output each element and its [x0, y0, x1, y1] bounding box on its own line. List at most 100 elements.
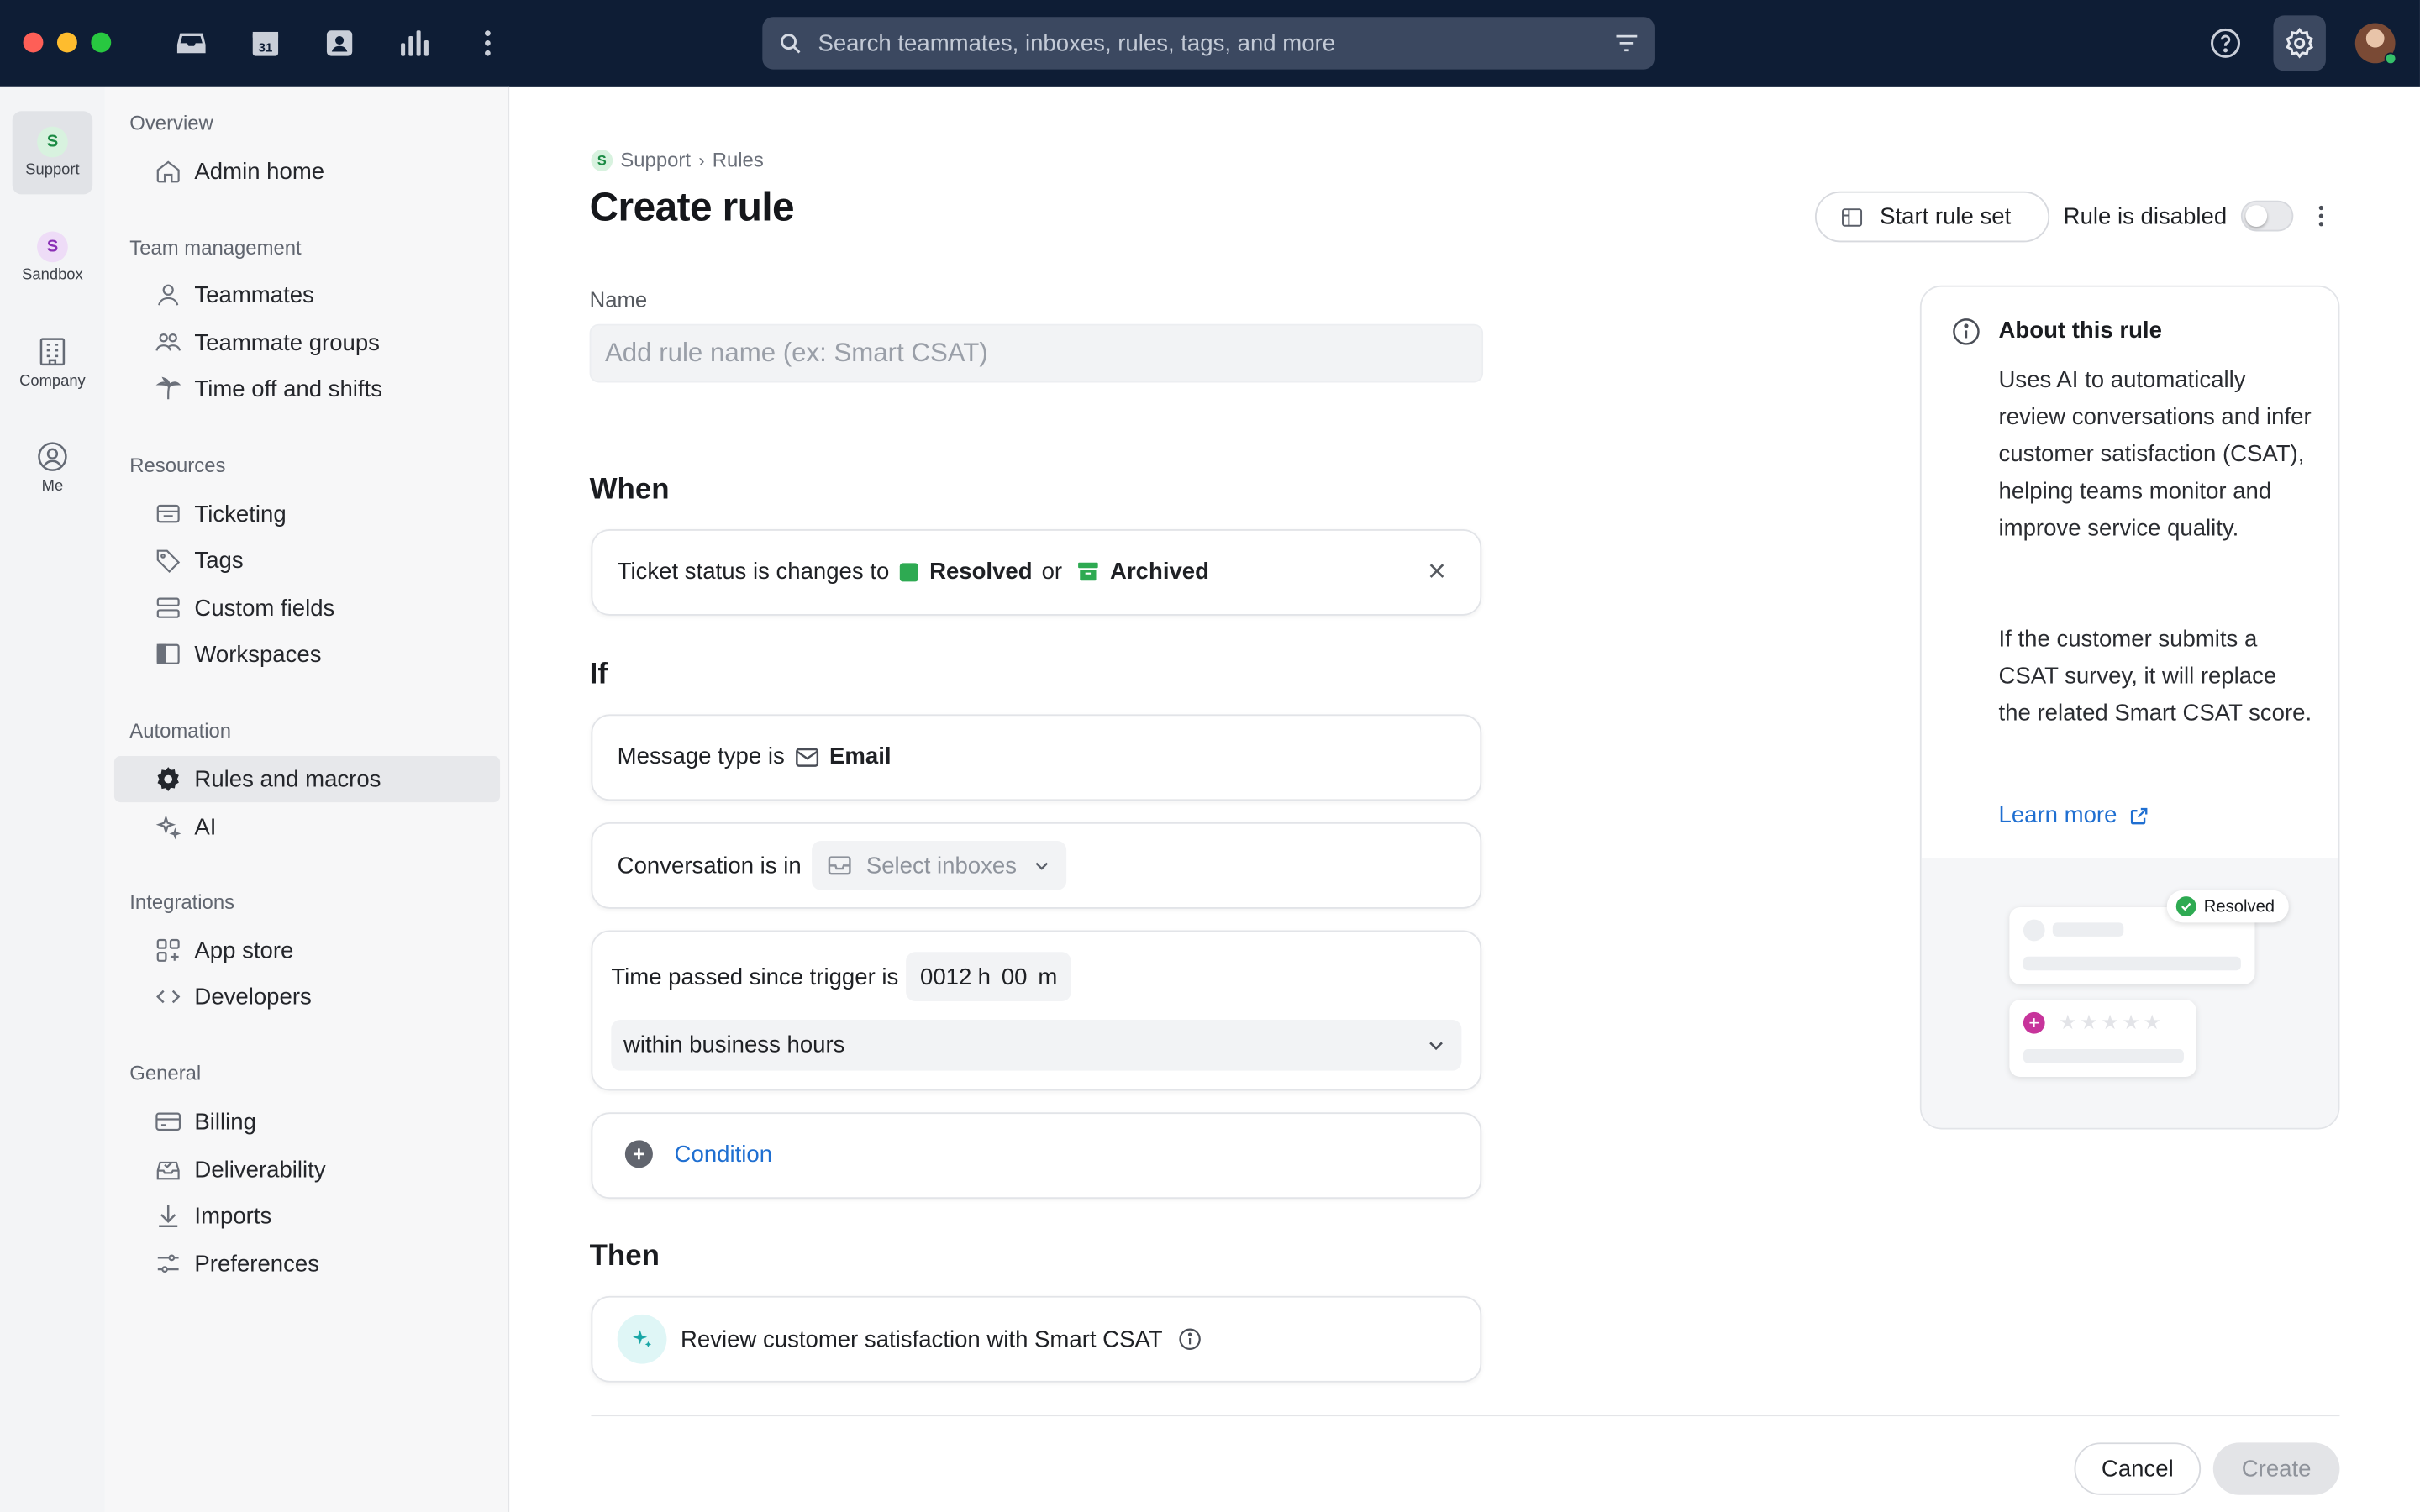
time-passed-condition: Time passed since trigger is 0012 h 00 m…: [591, 930, 1482, 1091]
section-title-resources: Resources: [129, 453, 226, 477]
more-vertical-icon[interactable]: [466, 22, 509, 65]
cancel-button[interactable]: Cancel: [2074, 1442, 2202, 1495]
search-bar[interactable]: [762, 17, 1655, 70]
action-card[interactable]: Review customer satisfaction with Smart …: [591, 1295, 1482, 1383]
sidebar-item-label: Admin home: [194, 158, 325, 185]
credit-card-icon: [155, 1108, 182, 1136]
chevron-down-icon: [1426, 1035, 1446, 1055]
sidebar-item-rules-and-macros[interactable]: Rules and macros: [113, 755, 501, 803]
window-maximize-button[interactable]: [91, 32, 112, 53]
breadcrumb-support-link[interactable]: Support: [620, 148, 691, 171]
illustration-bar: [2023, 956, 2241, 971]
sliders-icon: [155, 1250, 182, 1278]
analytics-icon[interactable]: [392, 22, 435, 65]
add-condition-button[interactable]: Condition: [675, 1141, 772, 1167]
plus-circle-icon: [624, 1140, 653, 1168]
rail-item-company[interactable]: Company: [13, 321, 93, 404]
sidebar-item-teammates[interactable]: Teammates: [114, 271, 500, 318]
settings-gear-icon[interactable]: [2273, 15, 2326, 71]
window-close-button[interactable]: [23, 32, 44, 53]
close-icon[interactable]: [1424, 559, 1449, 583]
business-hours-select[interactable]: within business hours: [611, 1020, 1462, 1071]
page-title: Create rule: [589, 183, 795, 230]
breadcrumb-rules-link[interactable]: Rules: [713, 148, 764, 171]
rail-item-sandbox[interactable]: S Sandbox: [13, 216, 93, 299]
plus-circle-icon: +: [2023, 1011, 2045, 1034]
sidebar-item-tags[interactable]: Tags: [114, 537, 500, 583]
rail-item-support[interactable]: S Support: [12, 111, 93, 195]
sidebar-item-teammate-groups[interactable]: Teammate groups: [114, 319, 500, 365]
search-icon: [778, 31, 802, 55]
sidebar-item-app-store[interactable]: App store: [114, 927, 500, 974]
start-rule-set-button[interactable]: Start rule set: [1814, 191, 2050, 243]
rule-enabled-toggle[interactable]: [2240, 200, 2294, 232]
sidebar-item-developers[interactable]: Developers: [114, 974, 500, 1020]
sidebar-item-admin-home[interactable]: Admin home: [114, 148, 500, 194]
contacts-icon[interactable]: [318, 22, 360, 65]
support-badge: S: [591, 149, 613, 171]
time-prefix: Time passed since trigger is: [611, 963, 899, 990]
sidebar-item-workspaces[interactable]: Workspaces: [114, 631, 500, 677]
start-rule-set-label: Start rule set: [1880, 203, 2012, 230]
calendar-day: 31: [258, 41, 272, 55]
select-inboxes-placeholder: Select inboxes: [865, 852, 1018, 879]
illustration-resolved-label: Resolved: [2203, 897, 2275, 916]
add-condition-card[interactable]: Condition: [591, 1112, 1482, 1200]
illustration-bar: [2052, 922, 2124, 937]
trigger-card[interactable]: Ticket status is changes to Resolved or …: [591, 528, 1482, 616]
calendar-icon[interactable]: 31: [244, 22, 287, 65]
sidebar-item-label: App store: [194, 937, 294, 964]
breadcrumb: S Support › Rules: [591, 148, 764, 171]
code-icon: [155, 983, 182, 1011]
section-title-general: General: [129, 1061, 202, 1085]
sidebar-item-custom-fields[interactable]: Custom fields: [114, 585, 500, 631]
sidebar-item-billing[interactable]: Billing: [114, 1099, 500, 1145]
action-text: Review customer satisfaction with Smart …: [680, 1326, 1163, 1352]
select-inboxes-dropdown[interactable]: Select inboxes: [812, 841, 1066, 890]
rail-item-me[interactable]: Me: [13, 426, 93, 509]
sidebar-item-ticketing[interactable]: Ticketing: [114, 491, 500, 537]
support-badge: S: [37, 126, 68, 158]
footer-divider: [591, 1415, 2340, 1417]
check-circle-icon: [2175, 896, 2196, 916]
illustration-avatar: [2023, 919, 2045, 942]
sidebar-item-deliverability[interactable]: Deliverability: [114, 1147, 500, 1193]
duration-input[interactable]: 0012 h 00 m: [906, 952, 1071, 1002]
palm-tree-icon: [155, 375, 182, 402]
info-icon[interactable]: [1178, 1327, 1202, 1352]
help-icon[interactable]: [2204, 22, 2247, 65]
message-type-row: Message type is Email: [618, 743, 892, 769]
sidebar-item-ai[interactable]: AI: [114, 804, 500, 850]
inbox-icon[interactable]: [170, 22, 213, 65]
search-input[interactable]: [818, 29, 1613, 57]
time-minutes-unit: m: [1038, 963, 1058, 990]
ticket-icon: [155, 500, 182, 528]
gear-icon: [155, 765, 182, 793]
email-icon: [796, 746, 820, 768]
more-options-icon[interactable]: [2307, 197, 2335, 234]
online-status-dot: [2384, 52, 2397, 66]
rule-name-input[interactable]: [589, 323, 1484, 383]
sidebar-item-label: Teammates: [194, 281, 314, 308]
if-heading: If: [589, 659, 608, 691]
user-circle-icon: [38, 442, 67, 471]
window-minimize-button[interactable]: [56, 32, 77, 53]
filter-icon[interactable]: [1612, 29, 1640, 57]
create-button[interactable]: Create: [2212, 1442, 2340, 1495]
learn-more-link[interactable]: Learn more: [1999, 802, 2149, 828]
sidebar-item-preferences[interactable]: Preferences: [114, 1241, 500, 1287]
status-resolved-icon: [900, 562, 919, 581]
message-type-condition[interactable]: Message type is Email: [591, 714, 1482, 801]
sidebar-item-imports[interactable]: Imports: [114, 1193, 500, 1239]
action-row: Review customer satisfaction with Smart …: [617, 1314, 1203, 1364]
section-title-automation: Automation: [129, 718, 232, 743]
about-csat-note: If the customer submits a CSAT survey, i…: [1998, 626, 2312, 727]
workspace-icon: [155, 640, 182, 668]
chevron-right-icon: ›: [698, 149, 705, 171]
conversation-row: Conversation is in Select inboxes: [618, 841, 1066, 890]
sidebar-item-label: Rules and macros: [194, 765, 381, 793]
sidebar-item-label: Custom fields: [194, 595, 335, 622]
sandbox-badge: S: [37, 231, 68, 263]
about-description: Uses AI to automatically review conversa…: [1998, 367, 2312, 542]
sidebar-item-time-off[interactable]: Time off and shifts: [114, 365, 500, 412]
